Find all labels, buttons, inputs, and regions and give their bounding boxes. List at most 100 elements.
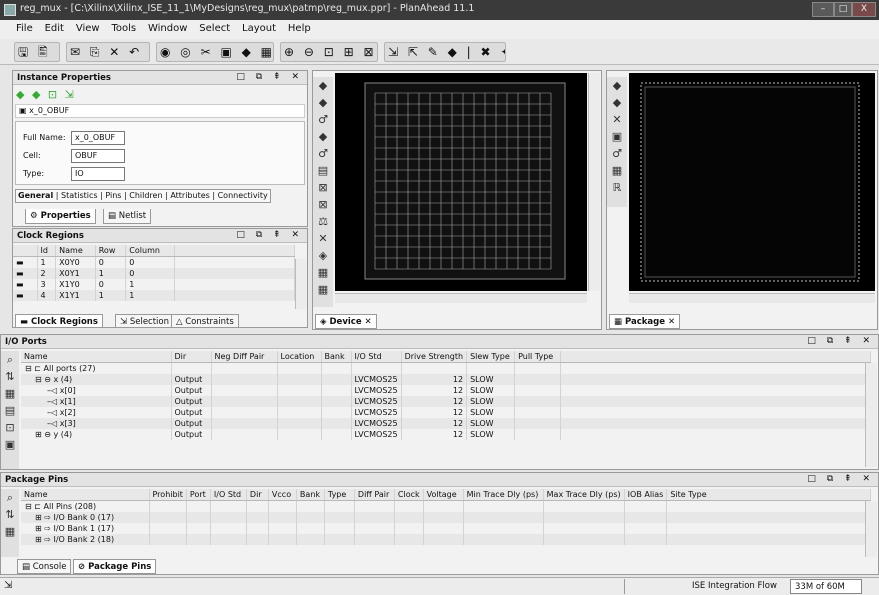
panel-controls[interactable]: □ ⧉ ⇞ ✕ [236,72,303,82]
col-drive-strength[interactable]: Drive Strength [401,351,468,363]
table-row[interactable]: ⊟ ⊏ All ports (27) [21,362,871,374]
panel-controls[interactable]: □ ⧉ ⇞ ✕ [236,230,303,240]
col-io-std[interactable]: I/O Std [351,351,402,363]
sort-icon[interactable]: ⇅ [1,368,19,385]
table-row[interactable]: –◁ x[2] Output LVCMOS25 12 SLOW [21,407,871,418]
io-ports-scrollbar[interactable] [865,363,877,467]
sort-icon[interactable]: ⇅ [1,506,19,523]
table-row[interactable]: ⊞ ⇨ I/O Bank 2 (18) [21,534,871,545]
subtab-general[interactable]: General [18,191,53,200]
menu-layout[interactable]: Layout [242,23,276,34]
minimize-button[interactable]: – [812,2,834,17]
col-slew-type[interactable]: Slew Type [466,351,516,363]
col-voltage[interactable]: Voltage [423,489,464,501]
clock-regions-scrollbar[interactable] [295,259,307,309]
tab-package[interactable]: ▦ Package ✕ [609,314,681,329]
package-hscroll[interactable] [629,293,875,303]
panel-controls[interactable]: □ ⧉ ⇞ ✕ [807,474,874,484]
group-icon[interactable]: ▦ [1,385,19,402]
table-row[interactable]: –◁ x[1] Output LVCMOS25 12 SLOW [21,396,871,407]
col-io-std[interactable]: I/O Std [210,489,247,501]
col-name[interactable]: Name [55,245,96,257]
col-location[interactable]: Location [277,351,322,363]
table-row[interactable]: ⊞ ⇨ I/O Bank 1 (17) [21,523,871,534]
memory-indicator[interactable]: 33M of 60M [790,579,862,594]
subtab-connectivity[interactable]: Connectivity [218,191,268,200]
table-row[interactable]: ⊞ ⇨ I/O Bank 0 (17) [21,512,871,523]
table-row[interactable]: ⊟ ⊏ All Pins (208) [21,500,871,512]
package-canvas[interactable] [629,73,875,291]
tab-netlist[interactable]: ▤ Netlist [103,209,152,224]
type-field[interactable]: IO [71,167,125,181]
toolbar-edit-group[interactable]: ✉ ⎘ ✕ ↶ [66,42,150,62]
col-max-trace-dly[interactable]: Max Trace Dly (ps) [543,489,625,501]
tool-icon[interactable]: ▣ [607,128,627,145]
table-row[interactable]: –◁ x[0] Output LVCMOS25 12 SLOW [21,385,871,396]
tab-clock-regions[interactable]: ▬ Clock Regions [15,314,103,327]
col-prohibit[interactable]: Prohibit [149,489,187,501]
tool-icon[interactable]: ▤ [313,162,333,179]
panel-controls[interactable]: □ ⧉ ⇞ ✕ [807,336,874,346]
tool-icon[interactable]: ⚖ [313,213,333,230]
col-port[interactable]: Port [186,489,211,501]
package-pins-scrollbar[interactable] [865,501,877,557]
col-row[interactable]: Row [95,245,127,257]
col-clock[interactable]: Clock [394,489,424,501]
tab-properties[interactable]: ⚙ Properties [25,209,96,224]
maximize-button[interactable]: □ [834,2,852,17]
full-name-field[interactable]: x_0_OBUF [71,131,125,145]
tool-icon[interactable]: ♂ [313,111,333,128]
table-row[interactable]: ⊟ ⊖ x (4) Output LVCMOS25 12 SLOW [21,374,871,385]
col-neg-diff-pair[interactable]: Neg Diff Pair [211,351,278,363]
device-canvas[interactable] [335,73,587,291]
close-tab-icon[interactable]: ✕ [362,317,372,327]
subtab-attributes[interactable]: Attributes [170,191,210,200]
menu-help[interactable]: Help [288,23,311,34]
subtab-statistics[interactable]: Statistics [61,191,98,200]
close-tab-icon[interactable]: ✕ [665,317,675,327]
tool-icon[interactable]: ◆ [313,94,333,111]
col-site-type[interactable]: Site Type [666,489,871,501]
col-iob-alias[interactable]: IOB Alias [624,489,668,501]
table-row[interactable]: –◁ x[3] Output LVCMOS25 12 SLOW [21,418,871,429]
tool-icon[interactable]: ♂ [313,145,333,162]
subtab-children[interactable]: Children [129,191,162,200]
group-icon[interactable]: ▦ [1,523,19,540]
cell-field[interactable]: OBUF [71,149,125,163]
tool-icon[interactable]: ◈ [313,247,333,264]
tool-icon[interactable]: ▦ [607,162,627,179]
tab-selection[interactable]: ⇲ Selection [115,314,174,327]
tool-icon[interactable]: ◆ [313,128,333,145]
tab-package-pins[interactable]: ⊘ Package Pins [73,559,157,574]
col-bank[interactable]: Bank [296,489,325,501]
menu-edit[interactable]: Edit [45,23,64,34]
toolbar-select-group[interactable]: ⇲ ⇱ ✎ ◆ | ✖ ✦ ✗ [384,42,506,62]
tool-icon[interactable]: ⊠ [313,196,333,213]
table-row[interactable]: ▬ 3 X1Y0 0 1 [13,279,295,290]
list-icon[interactable]: ▤ [1,402,19,419]
search-icon[interactable]: ⌕ [1,489,19,506]
menu-tools[interactable]: Tools [111,23,136,34]
search-icon[interactable]: ⌕ [1,351,19,368]
device-hscroll[interactable] [335,293,587,303]
tab-constraints[interactable]: △ Constraints [171,314,239,327]
col-vcco[interactable]: Vcco [268,489,297,501]
col-dir[interactable]: Dir [171,351,212,363]
col-column[interactable]: Column [125,245,175,257]
col-type[interactable]: Type [324,489,355,501]
col-name[interactable]: Name [21,489,150,501]
tab-console[interactable]: ▤ Console [17,559,72,574]
toolbar-file-group[interactable]: 🖫 🖺 [14,42,60,62]
table-row[interactable]: ▬ 1 X0Y0 0 0 [13,256,295,268]
tool-icon[interactable]: ▦ [313,281,333,298]
tab-device[interactable]: ◈ Device ✕ [315,314,377,329]
tool-icon[interactable]: ◆ [607,77,627,94]
tool-icon[interactable]: ◆ [313,77,333,94]
tool-icon[interactable]: ♂ [607,145,627,162]
col-bank[interactable]: Bank [321,351,352,363]
col-pull-type[interactable]: Pull Type [514,351,562,363]
table-row[interactable]: ⊞ ⊖ y (4) Output LVCMOS25 12 SLOW [21,429,871,440]
toolbar-zoom-group[interactable]: ⊕ ⊖ ⊡ ⊞ ⊠ [280,42,378,62]
menu-file[interactable]: File [16,23,33,34]
menu-view[interactable]: View [76,23,100,34]
